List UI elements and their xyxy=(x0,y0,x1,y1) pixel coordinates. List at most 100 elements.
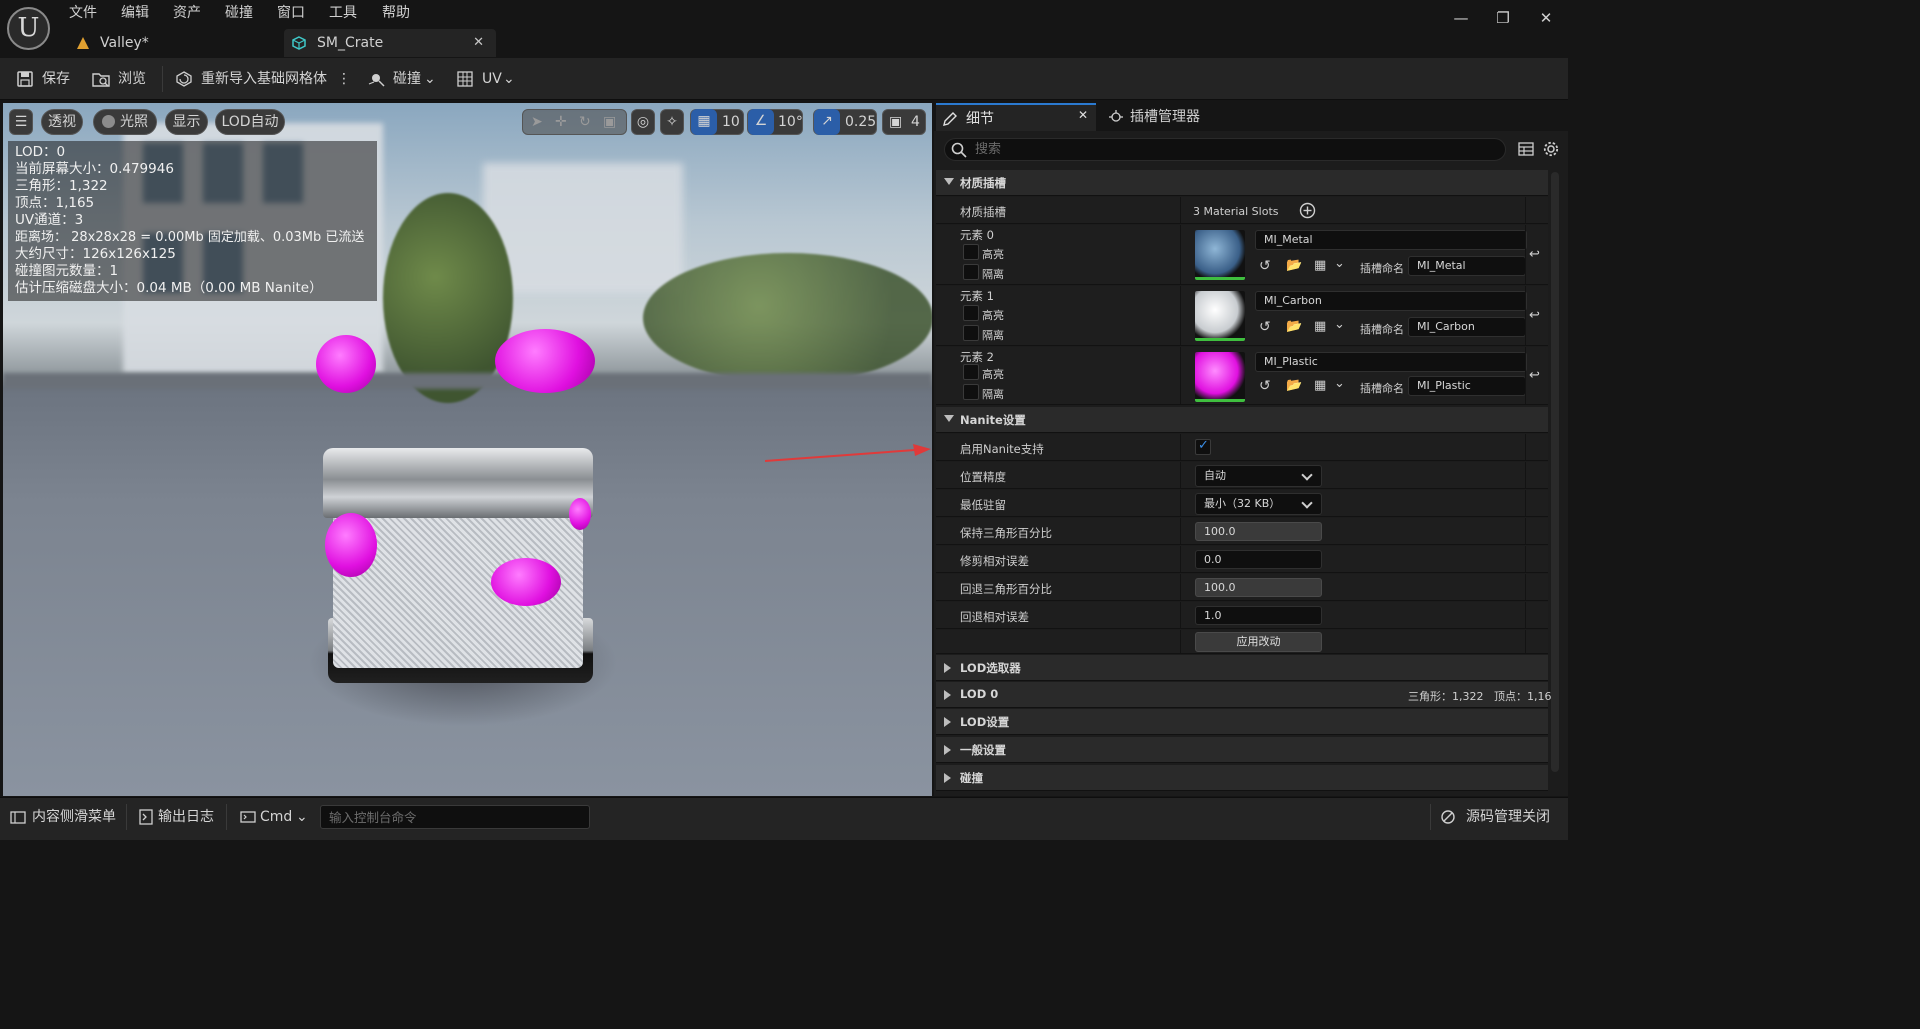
section-lod-settings[interactable]: LOD设置 xyxy=(936,709,1548,735)
nanite-enable-checkbox[interactable]: ✓ xyxy=(1195,438,1211,455)
reset-to-default-icon[interactable]: ↩ xyxy=(1529,368,1540,383)
slot-name-label: 插槽命名 xyxy=(1360,323,1404,336)
select-tool-icon[interactable]: ➤ xyxy=(531,110,543,134)
show-button[interactable]: 显示 xyxy=(165,109,208,135)
isolate-checkbox[interactable] xyxy=(963,264,979,280)
grid-snap-button[interactable]: ▦ 10 xyxy=(690,109,744,135)
close-tab-icon[interactable]: ✕ xyxy=(1078,108,1088,122)
material-thumbnail-metal[interactable] xyxy=(1195,230,1245,280)
reset-to-default-icon[interactable]: ↩ xyxy=(1529,247,1540,262)
tab-details[interactable]: 细节 ✕ xyxy=(936,103,1096,131)
highlight-checkbox[interactable] xyxy=(963,364,979,380)
add-slot-icon[interactable] xyxy=(1299,202,1316,219)
cmd-dropdown[interactable]: Cmd ⌄ xyxy=(240,806,312,828)
menu-asset[interactable]: 资产 xyxy=(173,3,201,23)
console-command-box[interactable] xyxy=(320,805,590,829)
fallback-relative-error-input[interactable]: 1.0 xyxy=(1195,606,1322,625)
tab-valley[interactable]: Valley* xyxy=(70,29,280,57)
material-thumbnail-carbon[interactable] xyxy=(1195,291,1245,341)
highlight-checkbox[interactable] xyxy=(963,305,979,321)
chevron-down-icon[interactable]: ⌄ xyxy=(1334,256,1345,271)
section-lod-picker[interactable]: LOD选取器 xyxy=(936,655,1548,681)
menu-window[interactable]: 窗口 xyxy=(277,3,305,23)
menu-help[interactable]: 帮助 xyxy=(382,3,410,23)
details-scrollbar[interactable] xyxy=(1551,172,1559,772)
menu-tools[interactable]: 工具 xyxy=(329,3,357,23)
browse-button[interactable]: 浏览 xyxy=(92,66,152,92)
surface-snap-icon[interactable]: ✧ xyxy=(660,109,684,135)
restore-icon[interactable]: ❐ xyxy=(1488,6,1518,30)
find-in-browser-icon[interactable]: 📂 xyxy=(1286,319,1302,334)
browse-back-icon[interactable]: ↺ xyxy=(1259,319,1271,335)
unreal-logo-icon[interactable]: U xyxy=(7,7,50,50)
search-box[interactable] xyxy=(944,138,1506,161)
chevron-down-icon[interactable]: ⌄ xyxy=(1334,376,1345,391)
trim-relative-error-input[interactable]: 0.0 xyxy=(1195,550,1322,569)
slot-name-input[interactable]: MI_Plastic xyxy=(1408,376,1526,396)
browse-back-icon[interactable]: ↺ xyxy=(1259,378,1271,394)
settings-gear-icon[interactable] xyxy=(1543,141,1559,157)
close-window-icon[interactable]: ✕ xyxy=(1531,6,1561,30)
checker-icon[interactable]: ▦ xyxy=(1314,378,1326,393)
reimport-button[interactable]: 重新导入基础网格体 ⋮ xyxy=(175,66,351,92)
tab-details-label: 细节 xyxy=(966,111,994,127)
move-tool-icon[interactable]: ✛ xyxy=(555,110,567,134)
perspective-button[interactable]: 透视 xyxy=(41,109,83,135)
tab-socket-manager[interactable]: 插槽管理器 xyxy=(1104,103,1244,131)
material-picker[interactable]: MI_Plastic xyxy=(1255,352,1527,372)
crate-corner-bumper xyxy=(491,558,561,606)
tab-sm-crate[interactable]: SM_Crate ✕ xyxy=(284,29,496,57)
lighting-button[interactable]: 光照 xyxy=(93,109,157,135)
terminal-icon xyxy=(240,811,256,823)
find-in-browser-icon[interactable]: 📂 xyxy=(1286,378,1302,393)
checker-icon[interactable]: ▦ xyxy=(1314,258,1326,273)
slot-name-input[interactable]: MI_Metal xyxy=(1408,256,1526,276)
collision-dropdown[interactable]: 碰撞 ⌄ xyxy=(368,66,440,92)
camera-speed-button[interactable]: ▣ 4 xyxy=(882,109,926,135)
position-precision-dropdown[interactable]: 自动 xyxy=(1195,465,1322,487)
reset-to-default-icon[interactable]: ↩ xyxy=(1529,308,1540,323)
scale-tool-icon[interactable]: ▣ xyxy=(603,110,616,134)
find-in-browser-icon[interactable]: 📂 xyxy=(1286,258,1302,273)
viewport-menu-icon[interactable]: ☰ xyxy=(9,109,33,135)
output-log-button[interactable]: 输出日志 xyxy=(138,806,218,828)
minimize-icon[interactable]: — xyxy=(1446,6,1476,30)
keep-triangle-percent-input[interactable]: 100.0 xyxy=(1195,522,1322,541)
lod-button[interactable]: LOD自动 xyxy=(215,109,285,135)
rotate-tool-icon[interactable]: ↻ xyxy=(579,110,591,134)
material-picker[interactable]: MI_Carbon xyxy=(1255,291,1527,311)
material-picker[interactable]: MI_Metal xyxy=(1255,230,1527,250)
min-residency-dropdown[interactable]: 最小（32 KB） xyxy=(1195,493,1322,515)
more-options-icon[interactable]: ⋮ xyxy=(337,66,351,92)
source-control-button[interactable]: 源码管理关闭 xyxy=(1440,806,1560,828)
menu-edit[interactable]: 编辑 xyxy=(121,3,149,23)
save-button[interactable]: 保存 xyxy=(16,66,76,92)
browse-back-icon[interactable]: ↺ xyxy=(1259,258,1271,274)
section-lod-0[interactable]: LOD 0 三角形：1,322 顶点：1,165 xyxy=(936,682,1558,708)
table-view-icon[interactable] xyxy=(1518,141,1534,157)
checker-icon[interactable]: ▦ xyxy=(1314,319,1326,334)
section-nanite-settings[interactable]: Nanite设置 xyxy=(936,407,1548,433)
material-thumbnail-plastic[interactable] xyxy=(1195,352,1245,402)
isolate-checkbox[interactable] xyxy=(963,384,979,400)
fallback-triangle-percent-input[interactable]: 100.0 xyxy=(1195,578,1322,597)
section-general-settings[interactable]: 一般设置 xyxy=(936,737,1548,763)
menu-collision[interactable]: 碰撞 xyxy=(225,3,253,23)
world-local-icon[interactable]: ◎ xyxy=(631,109,655,135)
console-input[interactable] xyxy=(329,808,584,826)
rotation-snap-button[interactable]: ∠ 10° xyxy=(747,109,803,135)
isolate-checkbox[interactable] xyxy=(963,325,979,341)
section-collision[interactable]: 碰撞 xyxy=(936,765,1548,791)
scale-snap-button[interactable]: ↗ 0.25 xyxy=(813,109,877,135)
apply-changes-button[interactable]: 应用改动 xyxy=(1195,632,1322,652)
menu-file[interactable]: 文件 xyxy=(69,3,97,23)
tab-close-icon[interactable]: ✕ xyxy=(473,29,484,57)
search-input[interactable] xyxy=(975,140,1495,159)
uv-dropdown[interactable]: UV ⌄ xyxy=(456,66,516,92)
content-drawer-button[interactable]: 内容侧滑菜单 xyxy=(10,806,120,828)
chevron-down-icon[interactable]: ⌄ xyxy=(1334,317,1345,332)
slot-name-input[interactable]: MI_Carbon xyxy=(1408,317,1526,337)
section-material-slots[interactable]: 材质插槽 xyxy=(936,170,1548,196)
highlight-checkbox[interactable] xyxy=(963,244,979,260)
material-element-2: 元素 2 高亮 隔离 MI_Plastic ↺ 📂 ▦ ⌄ 插槽命名 MI_Pl… xyxy=(936,347,1548,405)
